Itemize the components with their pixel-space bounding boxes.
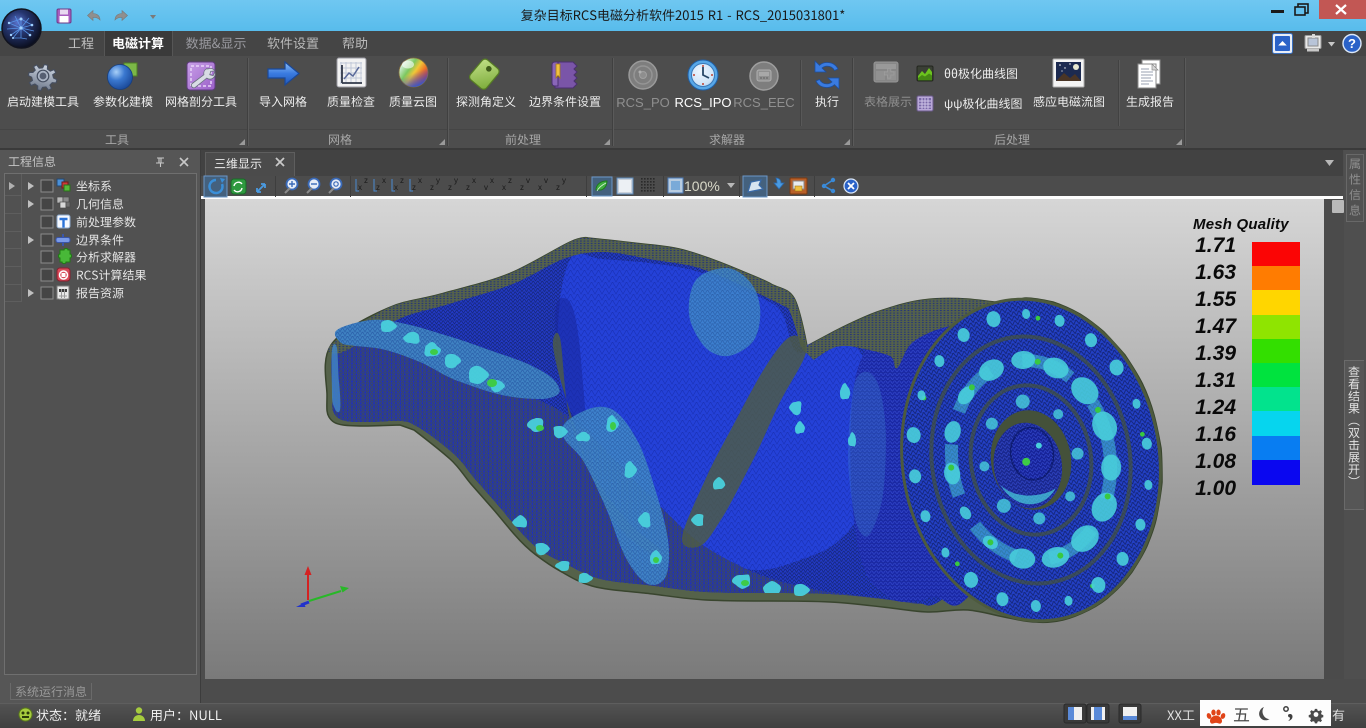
- svg-text:RCS_EEC: RCS_EEC: [733, 95, 794, 110]
- svg-text:RCS_IPO: RCS_IPO: [674, 95, 731, 110]
- svg-text:RCS_PO: RCS_PO: [616, 95, 669, 110]
